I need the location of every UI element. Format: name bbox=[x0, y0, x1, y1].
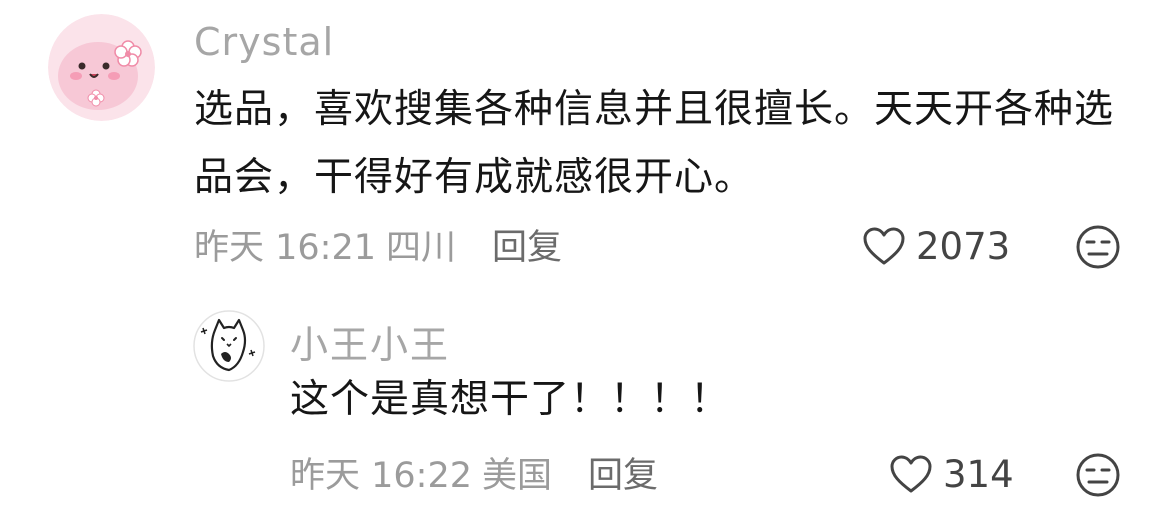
like-button[interactable]: 314 bbox=[889, 448, 1014, 500]
unamused-face-icon bbox=[1076, 453, 1120, 497]
comment-item: Crystal 选品，喜欢搜集各种信息并且很擅长。天天开各种选品会，干得好有成就… bbox=[0, 0, 1170, 290]
like-count: 2073 bbox=[916, 224, 1011, 268]
comment-meta: 昨天 16:21 四川 回复 bbox=[194, 220, 562, 268]
comment-location: 四川 bbox=[386, 227, 457, 268]
like-count: 314 bbox=[943, 452, 1014, 496]
comment-time: 昨天 16:22 bbox=[290, 455, 472, 496]
comment-location: 美国 bbox=[482, 455, 553, 496]
like-button[interactable]: 2073 bbox=[862, 220, 1010, 272]
reply-button[interactable]: 回复 bbox=[492, 219, 562, 270]
comment-text: 选品，喜欢搜集各种信息并且很擅长。天天开各种选品会，干得好有成就感很开心。 bbox=[194, 87, 1115, 200]
unamused-face-icon bbox=[1076, 225, 1120, 269]
heart-outline-icon bbox=[890, 455, 932, 493]
comment-username[interactable]: 小王小王 bbox=[290, 314, 450, 369]
user-avatar[interactable] bbox=[48, 14, 155, 121]
pink-cartoon-avatar-icon bbox=[48, 14, 155, 121]
dislike-button[interactable] bbox=[1075, 224, 1121, 274]
comment-meta: 昨天 16:22 美国 回复 bbox=[290, 448, 658, 496]
cat-sketch-avatar-icon bbox=[193, 310, 265, 382]
user-avatar[interactable] bbox=[193, 310, 265, 382]
comment-time: 昨天 16:21 bbox=[194, 227, 376, 268]
reply-button[interactable]: 回复 bbox=[588, 447, 658, 498]
heart-outline-icon bbox=[863, 227, 905, 265]
comment-username[interactable]: Crystal bbox=[194, 20, 334, 64]
reply-item: 小王小王 这个是真想干了！！！！ 昨天 16:22 美国 回复 314 bbox=[0, 290, 1170, 513]
dislike-button[interactable] bbox=[1075, 452, 1121, 502]
comment-text: 这个是真想干了！！！！ bbox=[290, 377, 731, 422]
